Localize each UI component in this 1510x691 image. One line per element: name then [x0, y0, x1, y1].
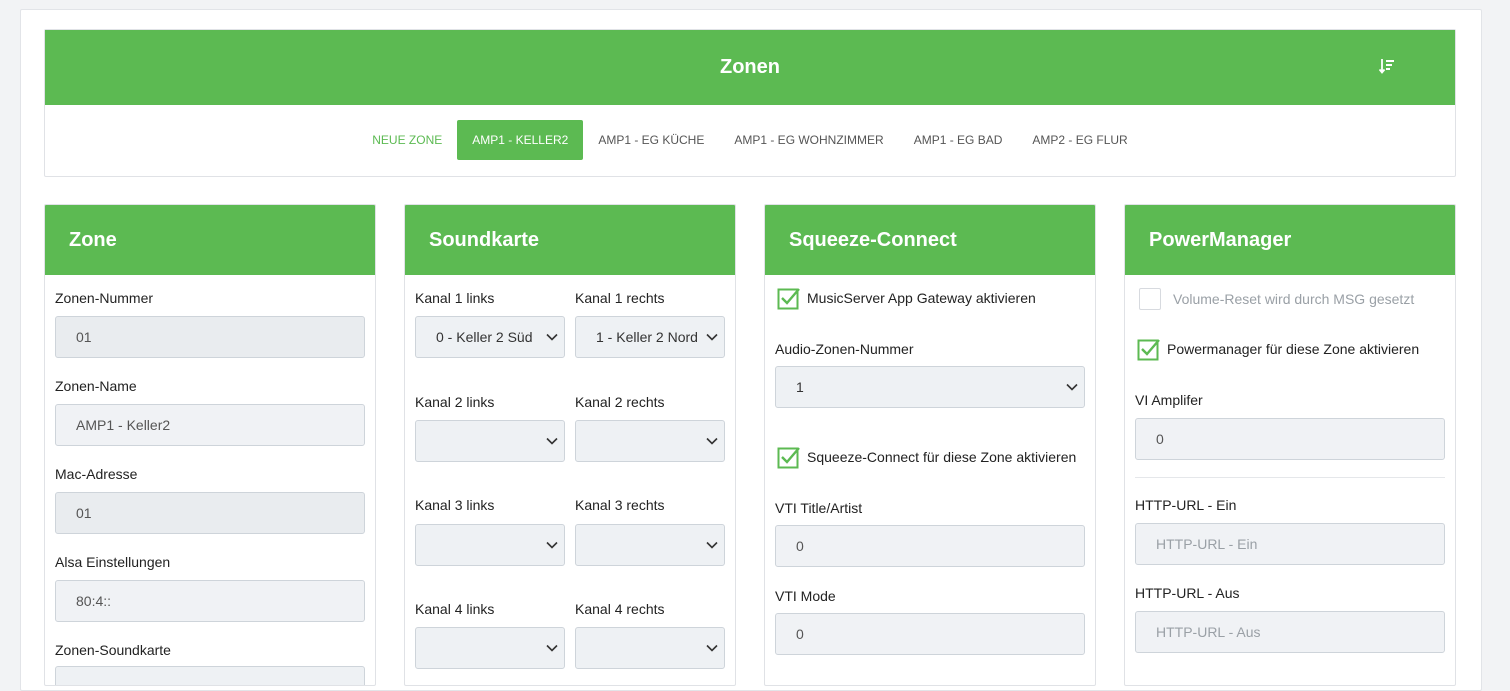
chevron-down-icon: [706, 437, 718, 445]
kanal1-rechts-value: 1 - Keller 2 Nord: [596, 329, 698, 345]
chevron-down-icon: [706, 333, 718, 341]
http-url-on-placeholder: HTTP-URL - Ein: [1156, 536, 1258, 552]
kanal1-links-label: Kanal 1 links: [415, 290, 495, 306]
chevron-down-icon: [546, 541, 558, 549]
squeeze-enable-label: Squeeze-Connect für diese Zone aktiviere…: [807, 449, 1077, 465]
vti-mode-field[interactable]: 0: [775, 613, 1085, 655]
checkbox-checked-icon[interactable]: [777, 286, 801, 310]
zone-name-label: Zonen-Name: [55, 378, 137, 394]
checkbox-checked-icon[interactable]: [1137, 337, 1161, 361]
gateway-checkbox-row[interactable]: MusicServer App Gateway aktivieren: [777, 286, 1036, 310]
http-url-on-label: HTTP-URL - Ein: [1135, 497, 1237, 513]
kanal1-rechts-select[interactable]: 1 - Keller 2 Nord: [575, 316, 725, 358]
chevron-down-icon: [706, 541, 718, 549]
kanal2-rechts-label: Kanal 2 rechts: [575, 394, 665, 410]
zone-number-field[interactable]: 01: [55, 316, 365, 358]
alsa-settings-field[interactable]: 80:4::: [55, 580, 365, 622]
http-url-off-input[interactable]: HTTP-URL - Aus: [1135, 611, 1445, 653]
pm-enable-label: Powermanager für diese Zone aktivieren: [1167, 341, 1420, 357]
soundcard-panel: Soundkarte Kanal 1 links Kanal 1 rechts …: [404, 204, 736, 686]
soundcard-panel-title: Soundkarte: [405, 205, 735, 275]
volume-reset-checkbox-row: Volume-Reset wird durch MSG gesetzt: [1137, 288, 1414, 310]
divider: [1135, 477, 1445, 478]
gateway-checkbox-label: MusicServer App Gateway aktivieren: [807, 290, 1036, 306]
zone-soundcard-select[interactable]: [55, 666, 365, 685]
kanal2-links-label: Kanal 2 links: [415, 394, 495, 410]
kanal4-links-label: Kanal 4 links: [415, 601, 495, 617]
pm-enable-checkbox-row[interactable]: Powermanager für diese Zone aktivieren: [1137, 337, 1419, 361]
tab-amp1-eg-bad[interactable]: AMP1 - EG BAD: [899, 120, 1018, 160]
chevron-down-icon: [706, 644, 718, 652]
kanal4-rechts-label: Kanal 4 rechts: [575, 601, 665, 617]
vti-title-value: 0: [796, 538, 804, 554]
alsa-settings-label: Alsa Einstellungen: [55, 554, 171, 570]
sort-icon[interactable]: [1379, 57, 1395, 75]
vi-amplifier-label: VI Amplifer: [1135, 392, 1203, 408]
checkbox-checked-icon[interactable]: [777, 445, 801, 469]
checkbox-unchecked: [1139, 288, 1161, 310]
mac-address-value: 01: [76, 505, 92, 521]
kanal3-links-label: Kanal 3 links: [415, 497, 495, 513]
vi-amplifier-field[interactable]: 0: [1135, 418, 1445, 460]
volume-reset-label: Volume-Reset wird durch MSG gesetzt: [1173, 291, 1415, 307]
zone-tabs: NEUE ZONE AMP1 - KELLER2 AMP1 - EG KÜCHE…: [45, 105, 1455, 175]
tab-amp1-eg-kueche[interactable]: AMP1 - EG KÜCHE: [583, 120, 719, 160]
audio-zone-number-label: Audio-Zonen-Nummer: [775, 341, 914, 357]
tab-new-zone[interactable]: NEUE ZONE: [357, 120, 457, 160]
tab-amp2-eg-flur[interactable]: AMP2 - EG FLUR: [1017, 120, 1142, 160]
kanal1-links-select[interactable]: 0 - Keller 2 Süd: [415, 316, 565, 358]
http-url-off-label: HTTP-URL - Aus: [1135, 585, 1240, 601]
chevron-down-icon: [546, 644, 558, 652]
audio-zone-number-select[interactable]: 1: [775, 366, 1085, 408]
zone-number-label: Zonen-Nummer: [55, 290, 154, 306]
kanal2-rechts-select[interactable]: [575, 420, 725, 462]
mac-address-field[interactable]: 01: [55, 492, 365, 534]
audio-zone-number-value: 1: [796, 379, 804, 395]
zone-name-value: AMP1 - Keller2: [76, 417, 171, 433]
zone-name-field[interactable]: AMP1 - Keller2: [55, 404, 365, 446]
vi-amplifier-value: 0: [1156, 431, 1164, 447]
zones-header: Zonen: [45, 30, 1455, 105]
http-url-on-input[interactable]: HTTP-URL - Ein: [1135, 523, 1445, 565]
http-url-off-placeholder: HTTP-URL - Aus: [1156, 624, 1261, 640]
alsa-settings-value: 80:4::: [76, 593, 112, 609]
kanal4-links-select[interactable]: [415, 627, 565, 669]
tab-amp1-eg-wohnzimmer[interactable]: AMP1 - EG WOHNZIMMER: [719, 120, 898, 160]
zone-number-value: 01: [76, 329, 92, 345]
zone-soundcard-label: Zonen-Soundkarte: [55, 642, 171, 658]
vti-mode-value: 0: [796, 626, 804, 642]
kanal3-rechts-select[interactable]: [575, 524, 725, 566]
kanal2-links-select[interactable]: [415, 420, 565, 462]
zones-card: Zonen NEUE ZONE AMP1 - KELLER2 AMP1 - EG…: [44, 29, 1456, 177]
vti-mode-label: VTI Mode: [775, 588, 836, 604]
squeeze-panel-title: Squeeze-Connect: [765, 205, 1095, 275]
powermanager-panel: PowerManager Volume-Reset wird durch MSG…: [1124, 204, 1456, 686]
kanal1-rechts-label: Kanal 1 rechts: [575, 290, 665, 306]
powermanager-panel-title: PowerManager: [1125, 205, 1455, 275]
chevron-down-icon: [546, 333, 558, 341]
kanal3-rechts-label: Kanal 3 rechts: [575, 497, 665, 513]
kanal3-links-select[interactable]: [415, 524, 565, 566]
squeeze-enable-checkbox-row[interactable]: Squeeze-Connect für diese Zone aktiviere…: [777, 445, 1076, 469]
kanal1-links-value: 0 - Keller 2 Süd: [436, 329, 533, 345]
chevron-down-icon: [546, 437, 558, 445]
tab-amp1-keller2[interactable]: AMP1 - KELLER2: [457, 120, 584, 160]
kanal4-rechts-select[interactable]: [575, 627, 725, 669]
vti-title-label: VTI Title/Artist: [775, 500, 863, 516]
zone-panel-title: Zone: [45, 205, 375, 275]
mac-address-label: Mac-Adresse: [55, 466, 138, 482]
page-title: Zonen: [720, 56, 780, 78]
vti-title-field[interactable]: 0: [775, 525, 1085, 567]
chevron-down-icon: [1066, 383, 1078, 391]
squeeze-connect-panel: Squeeze-Connect MusicServer App Gateway …: [764, 204, 1096, 686]
zone-panel: Zone Zonen-Nummer 01 Zonen-Name AMP1 - K…: [44, 204, 376, 686]
